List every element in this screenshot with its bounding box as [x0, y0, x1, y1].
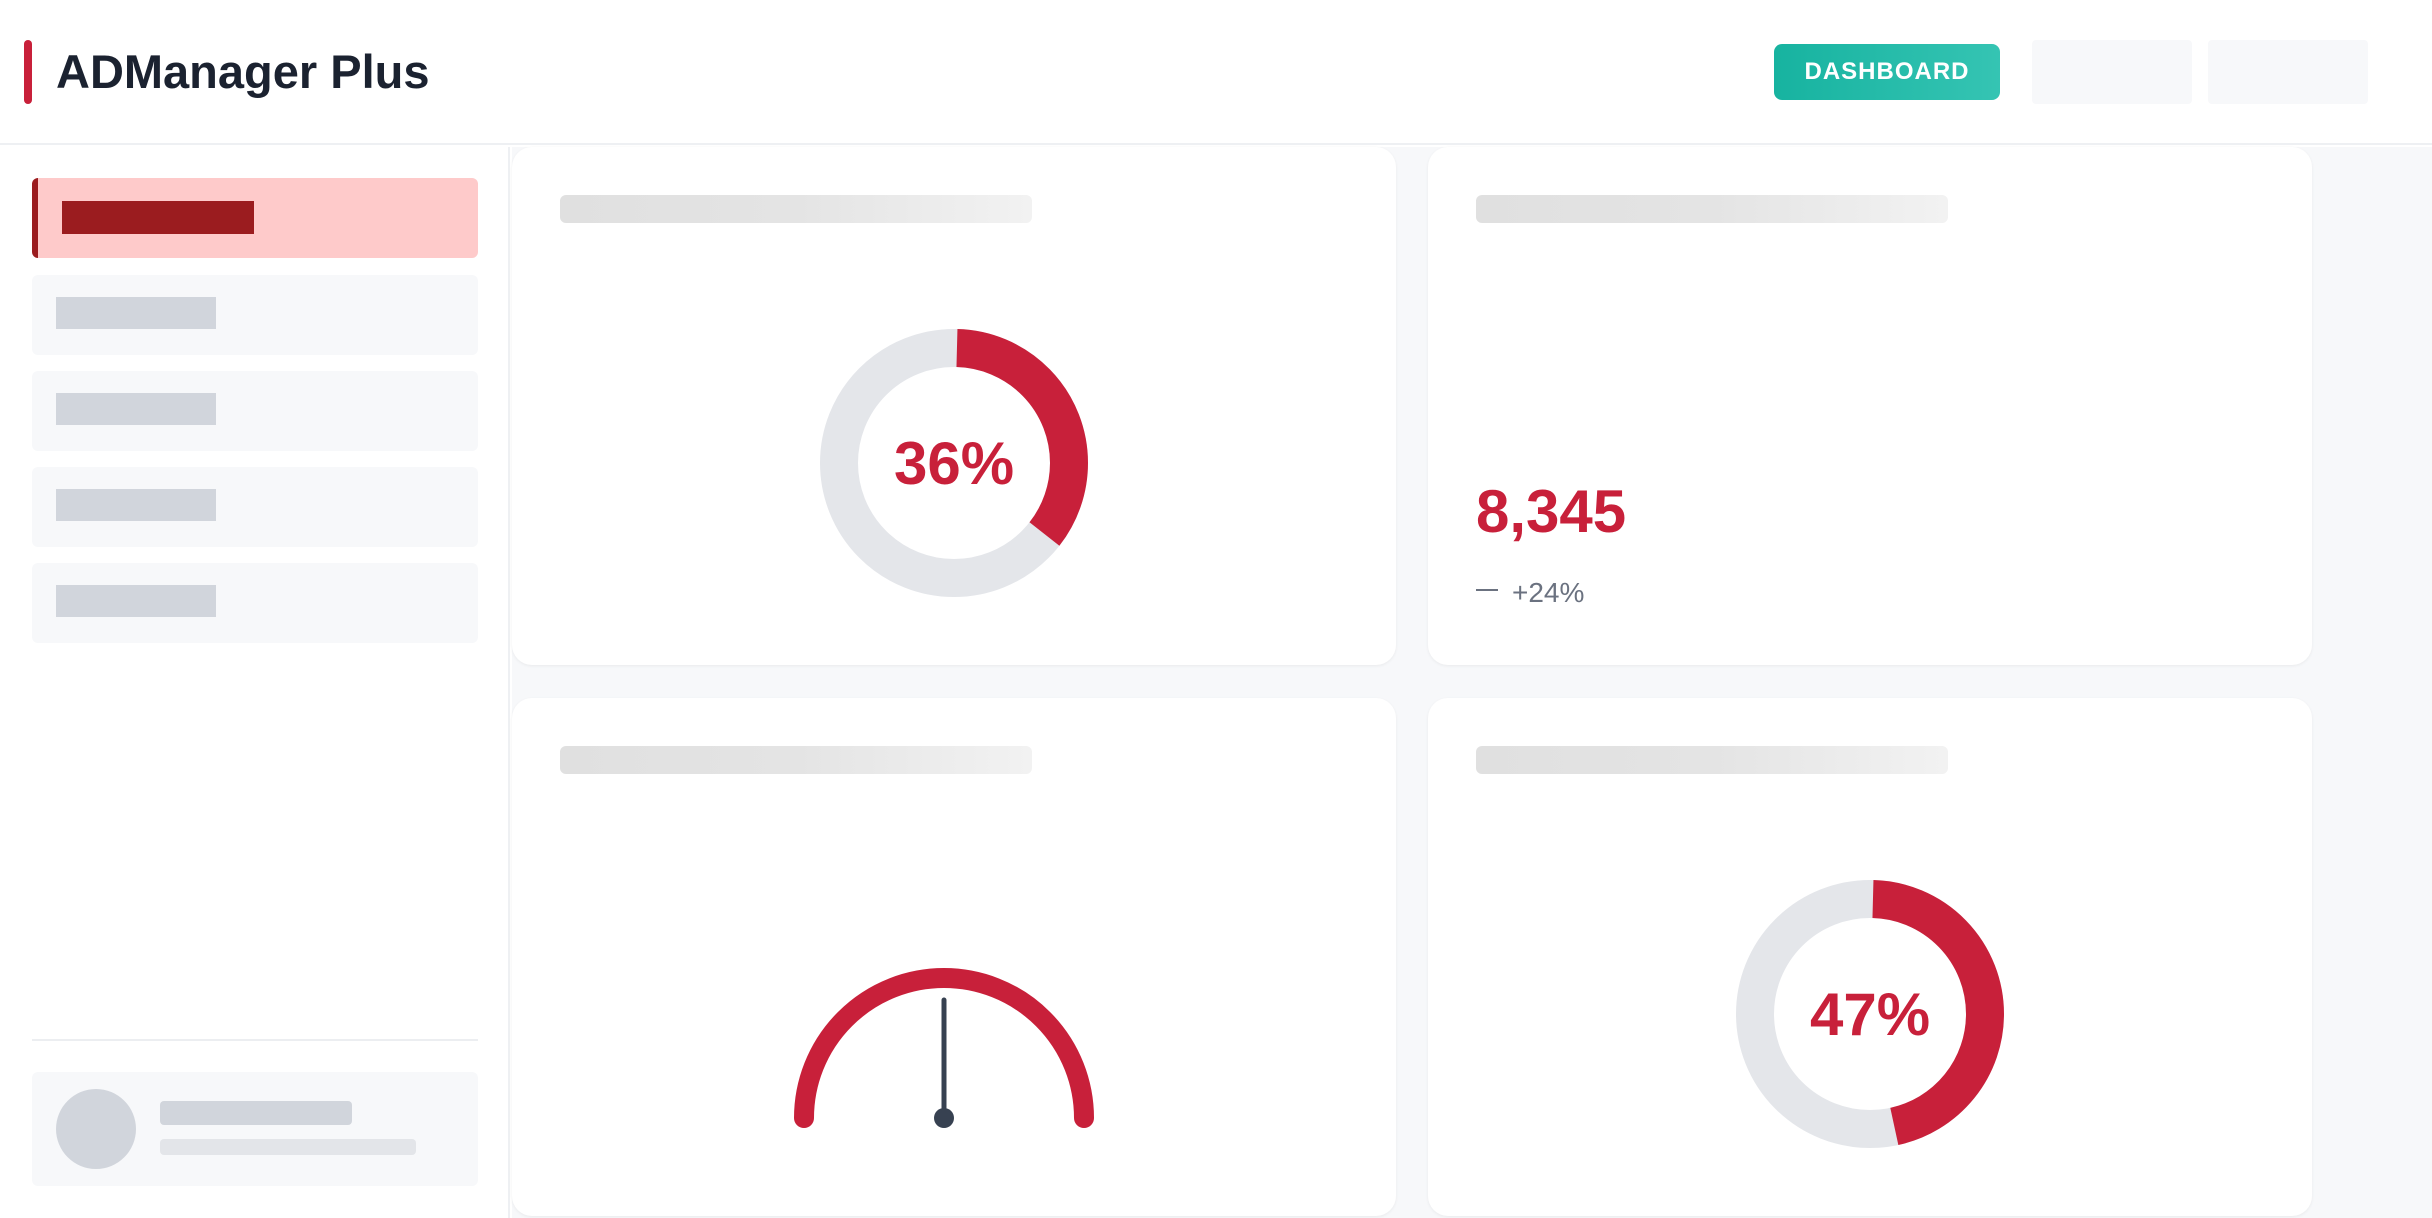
sidebar-item[interactable]	[32, 275, 478, 355]
avatar	[56, 1089, 136, 1169]
widget-card-donut-1: 36%	[512, 147, 1396, 665]
app-window: ADManager Plus DASHBOARD 36% 8,345 +24% …	[0, 0, 2432, 1218]
user-name-placeholder	[160, 1101, 352, 1125]
donut-percent-label: 36%	[894, 430, 1014, 497]
widget-card-donut-2: 47%	[1428, 698, 2312, 1216]
sidebar-item-label-placeholder	[56, 297, 216, 329]
sidebar	[0, 147, 510, 1218]
sidebar-item[interactable]	[32, 371, 478, 451]
stat-trend: +24%	[1476, 575, 1584, 611]
sidebar-item-label-placeholder	[56, 585, 216, 617]
trend-flat-icon	[1476, 589, 1498, 591]
sidebar-item-label-placeholder	[56, 393, 216, 425]
donut-chart-2: 47%	[1736, 880, 2004, 1148]
app-title: ADManager Plus	[56, 45, 430, 98]
brand-accent-bar	[24, 40, 32, 104]
widget-card-stat: 8,345 +24%	[1428, 147, 2312, 665]
dashboard-content: 36% 8,345 +24% 47%	[512, 147, 2432, 1218]
dashboard-button[interactable]: DASHBOARD	[1774, 44, 2000, 100]
stat-value: 8,345	[1476, 478, 1627, 545]
top-header: ADManager Plus DASHBOARD	[0, 0, 2432, 145]
widget-card-gauge	[512, 698, 1396, 1216]
sidebar-item-label-placeholder	[56, 489, 216, 521]
gauge-chart	[794, 968, 1094, 1128]
card-title-placeholder	[560, 195, 1032, 223]
user-detail-placeholder	[160, 1139, 416, 1155]
gauge-pivot	[934, 1108, 954, 1128]
card-title-placeholder	[1476, 746, 1948, 774]
sidebar-item[interactable]	[32, 467, 478, 547]
header-action-placeholder-1[interactable]	[2032, 40, 2192, 104]
header-action-placeholder-2[interactable]	[2208, 40, 2368, 104]
card-title-placeholder	[1476, 195, 1948, 223]
user-profile-card[interactable]	[32, 1072, 478, 1186]
trend-text: +24%	[1512, 577, 1585, 608]
donut-percent-label: 47%	[1810, 981, 1930, 1048]
sidebar-item-label-placeholder	[62, 201, 254, 234]
donut-chart-1: 36%	[820, 329, 1088, 597]
sidebar-divider	[32, 1039, 478, 1041]
sidebar-item-active[interactable]	[32, 178, 478, 258]
sidebar-item[interactable]	[32, 563, 478, 643]
card-title-placeholder	[560, 746, 1032, 774]
